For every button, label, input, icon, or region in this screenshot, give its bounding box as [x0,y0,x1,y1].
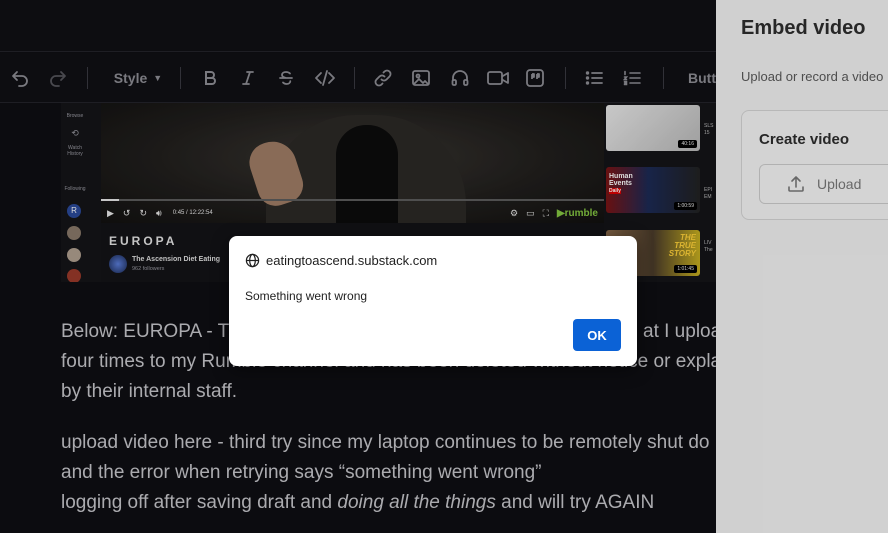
dialog-origin-text: eatingtoascend.substack.com [266,253,438,268]
dialog-message: Something went wrong [245,289,368,303]
alert-dialog: eatingtoascend.substack.com Something we… [229,236,637,366]
globe-icon [245,253,260,268]
ok-button[interactable]: OK [573,319,621,351]
dialog-origin: eatingtoascend.substack.com [245,253,437,268]
